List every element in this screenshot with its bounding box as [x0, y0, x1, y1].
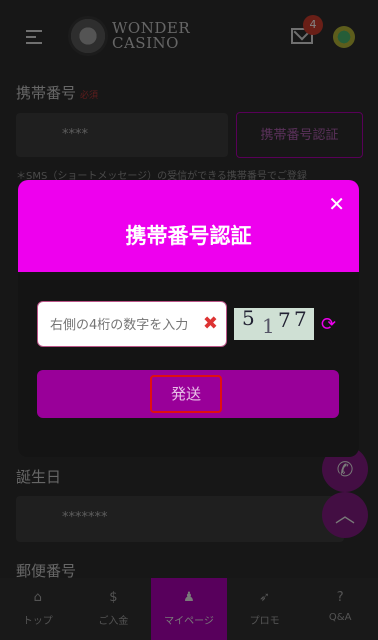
close-icon[interactable]: ✕ — [328, 194, 345, 214]
modal-title: 携帯番号認証 — [125, 224, 252, 248]
send-button[interactable]: 発送 — [37, 370, 339, 418]
send-button-label: 発送 — [150, 375, 222, 413]
captcha-digit: 1 — [262, 314, 275, 338]
captcha-digit: 5 — [242, 308, 255, 330]
modal-header: 携帯番号認証 ✕ — [18, 180, 359, 272]
captcha-code-input-wrapper: ✖ — [37, 301, 227, 348]
phone-verification-modal: 携帯番号認証 ✕ ✖ 5 1 7 7 ⟳ 発送 — [18, 180, 359, 457]
refresh-icon[interactable]: ⟳ — [321, 314, 336, 335]
captcha-code-input[interactable] — [48, 302, 202, 348]
captcha-digit: 7 — [278, 308, 291, 332]
captcha-image: 5 1 7 7 — [234, 308, 314, 340]
clear-icon[interactable]: ✖ — [203, 313, 218, 334]
captcha-digit: 7 — [294, 308, 307, 331]
